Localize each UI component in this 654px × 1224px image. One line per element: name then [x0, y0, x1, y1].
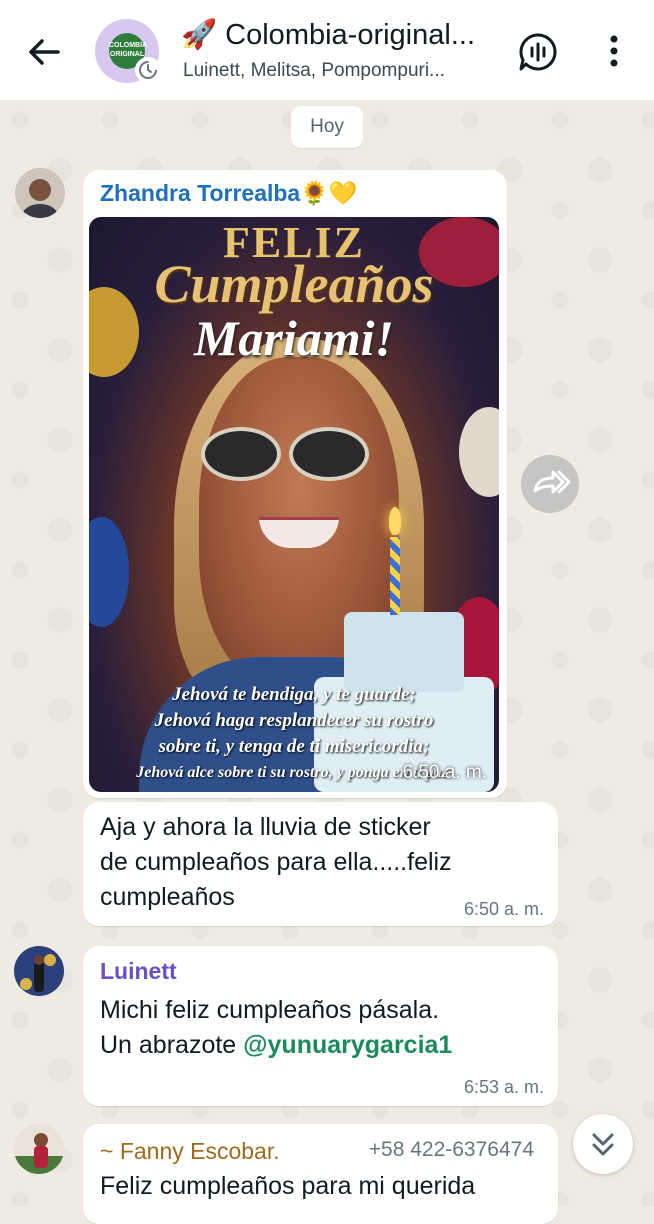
sender-name[interactable]: ~ Fanny Escobar. — [100, 1138, 280, 1165]
sender-phone[interactable]: +58 422-6376474 — [369, 1138, 534, 1162]
mention-link[interactable]: @yunuarygarcia1 — [243, 1031, 452, 1059]
back-button[interactable] — [22, 30, 66, 74]
message-line: Un abrazote @yunuarygarcia1 — [100, 1028, 452, 1063]
chat-title-text: Colombia-original... — [225, 19, 475, 51]
verse-line: Jehová te bendiga, y te guarde; — [172, 684, 416, 705]
verse-line: sobre ti, y tenga de ti misericordia; — [158, 736, 430, 757]
flame-shape — [389, 507, 401, 535]
avatar-photo — [14, 946, 64, 996]
avatar-photo — [15, 168, 65, 218]
forward-icon — [533, 470, 571, 494]
chat-header: COLOMBIA ORIGINAL 🚀 Colombia-original...… — [0, 0, 654, 100]
candle-shape — [390, 537, 400, 615]
message-bubble[interactable]: Luinett Michi feliz cumpleaños pásala. U… — [83, 946, 558, 1106]
sender-avatar[interactable] — [14, 946, 64, 996]
more-options-button[interactable] — [596, 30, 632, 74]
avatar-photo — [14, 1124, 64, 1174]
date-separator: Hoy — [291, 106, 363, 148]
message-line: Aja y ahora la lluvia de sticker — [100, 813, 431, 841]
sender-name[interactable]: Luinett — [100, 958, 177, 985]
arrow-left-icon — [29, 39, 60, 65]
voice-chat-button[interactable] — [516, 30, 560, 74]
message-line: cumpleaños — [100, 883, 235, 911]
message-text: Feliz cumpleaños para mi querida — [100, 1169, 475, 1204]
message-bubble[interactable]: ~ Fanny Escobar. +58 422-6376474 Feliz c… — [83, 1124, 558, 1224]
image-name: Mariami! — [193, 310, 395, 366]
chat-members[interactable]: Luinett, Melitsa, Pompompuri... — [183, 60, 503, 82]
message-text: Aja y ahora la lluvia de sticker de cump… — [100, 810, 452, 915]
balloon-decoration — [89, 517, 129, 627]
image-title: Cumpleaños — [154, 254, 434, 314]
message-image[interactable]: FELIZ Cumpleaños Mariami! Jehová te bend… — [89, 217, 499, 792]
disappearing-messages-badge — [135, 57, 161, 83]
timer-icon — [139, 61, 157, 79]
scroll-to-bottom-button[interactable] — [573, 1114, 633, 1174]
rocket-emoji: 🚀 — [181, 19, 218, 51]
balloon-decoration — [459, 407, 499, 497]
sunglasses-shape — [201, 427, 281, 481]
message-time: 6:50 a. m. — [402, 762, 488, 783]
more-vert-icon — [610, 35, 618, 67]
cake-shape — [344, 612, 464, 692]
forward-button[interactable] — [521, 455, 579, 513]
message-time: 6:50 a. m. — [463, 899, 544, 919]
message-text: Michi feliz cumpleaños pásala. Un abrazo… — [100, 993, 452, 1063]
double-chevron-down-icon — [592, 1133, 614, 1156]
sender-avatar[interactable] — [15, 168, 65, 218]
verse-line: Jehová haga resplandecer su rostro — [154, 710, 434, 731]
sunglasses-shape — [289, 427, 369, 481]
message-bubble[interactable]: Aja y ahora la lluvia de sticker de cump… — [83, 802, 558, 926]
chat-title[interactable]: 🚀 Colombia-original... — [181, 18, 501, 52]
message-line: de cumpleaños para ella.....feliz — [100, 848, 452, 876]
message-line: Michi feliz cumpleaños pásala. — [100, 996, 440, 1024]
message-time: 6:53 a. m. — [463, 1077, 544, 1097]
voice-chat-icon — [519, 33, 557, 71]
sender-avatar[interactable] — [14, 1124, 64, 1174]
message-text-part: Un abrazote — [100, 1031, 244, 1059]
sender-name[interactable]: Zhandra Torrealba🌻💛 — [100, 180, 358, 207]
message-line: Feliz cumpleaños para mi querida — [100, 1172, 476, 1200]
